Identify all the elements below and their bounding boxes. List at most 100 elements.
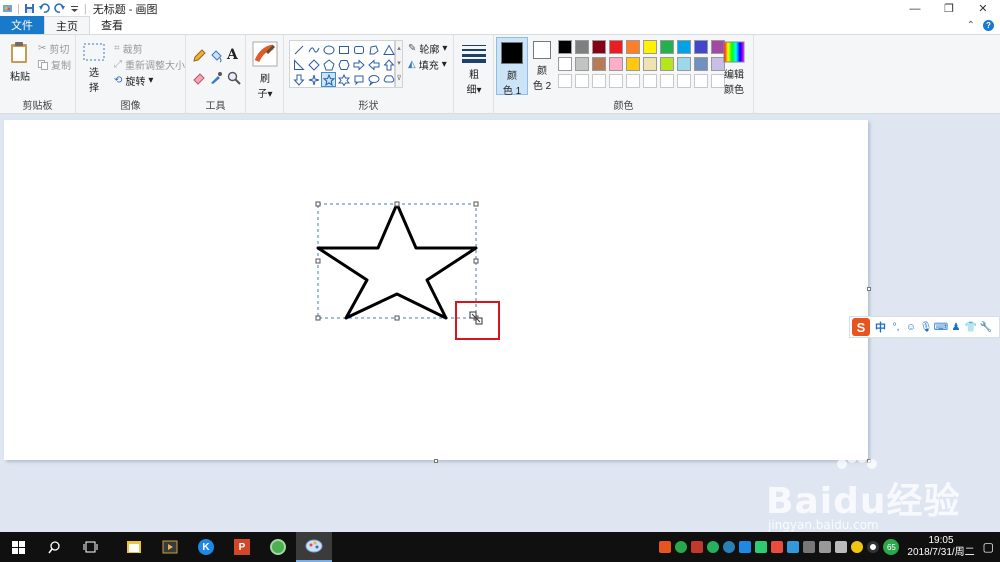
cloud-callout-shape-icon[interactable] — [381, 72, 396, 87]
ime-language[interactable]: 中 — [875, 319, 886, 335]
rectangle-shape-icon[interactable] — [336, 42, 351, 57]
curve-shape-icon[interactable] — [306, 42, 321, 57]
color2-button[interactable]: 颜 色 2 — [530, 41, 554, 92]
palette-swatch[interactable] — [643, 57, 657, 71]
record-icon[interactable] — [867, 541, 880, 553]
network-icon[interactable] — [803, 541, 816, 553]
select-button[interactable]: 选 择 — [82, 43, 106, 94]
palette-swatch[interactable] — [558, 57, 572, 71]
tab-home[interactable]: 主页 — [44, 16, 90, 34]
size-button[interactable]: 粗 细▾ — [460, 43, 488, 96]
shield-icon[interactable] — [755, 541, 768, 553]
color1-button[interactable]: 颜 色 1 — [496, 37, 528, 97]
battery-icon[interactable] — [835, 541, 848, 553]
color-picker-icon[interactable] — [209, 71, 223, 85]
shapes-scrollbar[interactable]: ▴ ▾ ⊽ — [395, 40, 403, 88]
drawing-canvas[interactable] — [4, 120, 868, 460]
start-button[interactable] — [0, 532, 36, 562]
redo-icon[interactable] — [54, 3, 65, 14]
left-arrow-shape-icon[interactable] — [366, 57, 381, 72]
close-button[interactable]: ✕ — [966, 0, 1000, 17]
customize-toolbar-icon[interactable] — [69, 3, 80, 14]
palette-swatch[interactable] — [575, 40, 589, 54]
pentagon-shape-icon[interactable] — [321, 57, 336, 72]
microphone-icon[interactable]: 🎙 — [920, 322, 933, 333]
save-icon[interactable] — [24, 3, 35, 14]
restore-button[interactable]: ❐ — [932, 0, 966, 17]
sogou-tray-icon[interactable] — [659, 541, 672, 553]
rounded-callout-shape-icon[interactable] — [351, 72, 366, 87]
edit-colors-button[interactable]: 编辑 颜色 — [720, 41, 748, 96]
palette-swatch[interactable] — [660, 57, 674, 71]
help-icon[interactable]: ? — [983, 20, 994, 31]
outline-button[interactable]: ✎ 轮廓 ▾ — [408, 41, 447, 56]
task-view-button[interactable] — [72, 532, 108, 562]
cut-button[interactable]: ✂ 剪切 — [38, 41, 69, 56]
undo-icon[interactable] — [38, 3, 50, 14]
taskbar-app-explorer[interactable] — [116, 532, 152, 562]
punctuation-icon[interactable]: °, — [891, 322, 901, 333]
notification-icon[interactable]: ▢ — [983, 540, 994, 554]
polygon-shape-icon[interactable] — [366, 42, 381, 57]
tray-app-icon-5[interactable] — [739, 541, 752, 553]
five-point-star-shape-icon[interactable] — [321, 72, 336, 87]
tray-app-icon-2[interactable] — [691, 541, 704, 553]
tab-view[interactable]: 查看 — [90, 16, 134, 34]
palette-swatch-empty[interactable] — [660, 74, 674, 88]
text-icon[interactable]: A — [227, 47, 238, 63]
palette-swatch-empty[interactable] — [677, 74, 691, 88]
palette-swatch-empty[interactable] — [609, 74, 623, 88]
palette-swatch[interactable] — [660, 40, 674, 54]
palette-swatch[interactable] — [694, 57, 708, 71]
taskbar-app-powerpoint[interactable]: P — [224, 532, 260, 562]
palette-swatch-empty[interactable] — [558, 74, 572, 88]
right-arrow-shape-icon[interactable] — [351, 57, 366, 72]
tray-app-icon-1[interactable] — [675, 541, 688, 553]
volume-icon[interactable] — [819, 541, 832, 553]
sogou-logo-icon[interactable]: S — [852, 318, 870, 336]
oval-shape-icon[interactable] — [321, 42, 336, 57]
tab-file[interactable]: 文件 — [0, 16, 44, 34]
canvas-resize-handle-bottom[interactable] — [434, 459, 438, 463]
clock[interactable]: 19:05 2018/7/31/周二 — [907, 535, 974, 559]
magnifier-icon[interactable] — [227, 71, 241, 85]
palette-swatch[interactable] — [575, 57, 589, 71]
pencil-icon[interactable] — [192, 49, 206, 63]
palette-swatch-empty[interactable] — [626, 74, 640, 88]
up-arrow-shape-icon[interactable] — [381, 57, 396, 72]
palette-swatch[interactable] — [626, 57, 640, 71]
tray-app-icon-8[interactable] — [851, 541, 864, 553]
eraser-icon[interactable] — [192, 71, 206, 85]
brushes-button[interactable]: 刷 子▾ — [250, 41, 280, 100]
rotate-button[interactable]: ⟲ 旋转 ▾ — [114, 73, 153, 88]
palette-swatch[interactable] — [558, 40, 572, 54]
taskbar-app-paint[interactable] — [296, 532, 332, 562]
taskbar-app-browser[interactable] — [260, 532, 296, 562]
tray-app-icon-6[interactable] — [771, 541, 784, 553]
tray-app-icon-4[interactable] — [723, 541, 736, 553]
copy-button[interactable]: 复制 — [38, 57, 71, 72]
user-icon[interactable]: ♟ — [951, 322, 961, 333]
keyboard-icon[interactable]: ⌨ — [934, 322, 948, 333]
palette-swatch-empty[interactable] — [592, 74, 606, 88]
palette-swatch-empty[interactable] — [643, 74, 657, 88]
emoji-icon[interactable]: ☺ — [906, 322, 916, 333]
skin-icon[interactable]: 👕 — [965, 322, 977, 333]
paste-button[interactable]: 粘贴 — [6, 41, 34, 83]
palette-swatch[interactable] — [592, 57, 606, 71]
fill-button[interactable]: ◭ 填充 ▾ — [408, 57, 447, 72]
palette-swatch[interactable] — [609, 57, 623, 71]
palette-swatch[interactable] — [677, 57, 691, 71]
palette-swatch-empty[interactable] — [575, 74, 589, 88]
taskbar-app-media[interactable] — [152, 532, 188, 562]
hexagon-shape-icon[interactable] — [336, 57, 351, 72]
tray-app-icon-7[interactable] — [787, 541, 800, 553]
palette-swatch[interactable] — [677, 40, 691, 54]
resize-button[interactable]: ⤢ 重新调整大小 — [114, 57, 185, 72]
palette-swatch[interactable] — [592, 40, 606, 54]
triangle-shape-icon[interactable] — [381, 42, 396, 57]
diamond-shape-icon[interactable] — [306, 57, 321, 72]
canvas-resize-handle-right[interactable] — [867, 287, 871, 291]
minimize-button[interactable]: — — [898, 0, 932, 17]
six-point-star-shape-icon[interactable] — [336, 72, 351, 87]
